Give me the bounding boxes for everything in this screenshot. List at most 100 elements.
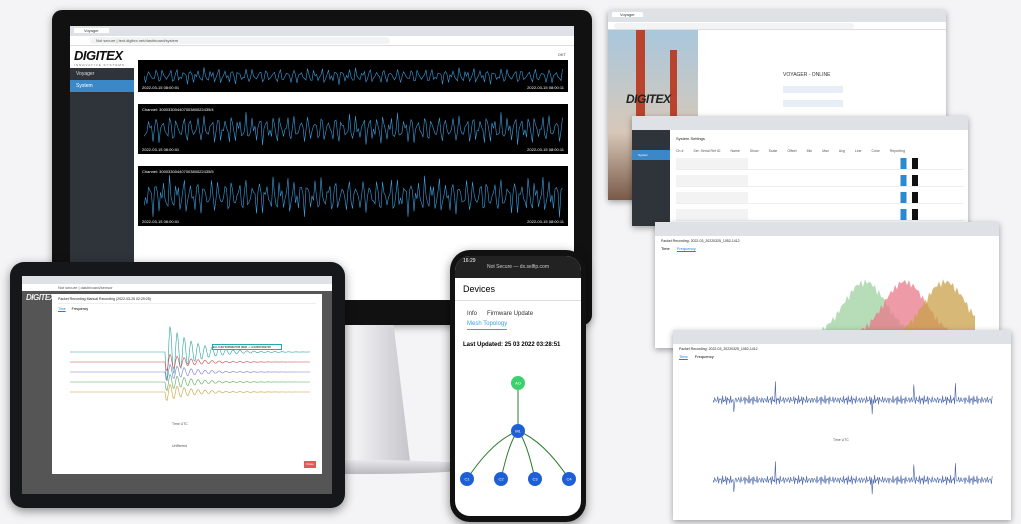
tablet-chart-series [70,326,310,402]
password-field[interactable] [783,100,843,107]
waveform [144,67,563,85]
start-time: 2022-03-15 08:00:01 [142,85,180,90]
address-bar[interactable]: Not secure | test.digitex.net/dashboard/… [70,36,574,46]
username-field[interactable] [783,86,843,93]
time-series-line [713,461,993,495]
tab-time[interactable]: Time [661,246,670,251]
settings-column: Color [871,149,880,153]
mesh-node-label: M1 [515,429,521,434]
mesh-link [517,430,570,480]
settings-header-row: Ch # Ser. Serial Ref ID Name Show Scale Offse… [676,149,964,153]
mesh-node-label: C1 [464,477,470,482]
address-bar[interactable] [608,22,946,30]
tab-time[interactable]: Time [58,307,66,311]
browser-tabbar [655,222,999,236]
tab-frequency[interactable]: Frequency [695,354,714,359]
sidebar-item-system[interactable]: System [632,150,670,160]
browser-tab[interactable]: Voyager [74,28,109,33]
tab-mesh-topology[interactable]: Mesh Topology [467,321,508,330]
chart-window-2-tabs: Time Frequency [679,354,1005,359]
channel-panel: Channel: 30003300440700380022435/5 2022-0… [138,166,568,226]
chart-window-2-title: Packet Recording: 2022-03_20220325_1052-… [679,347,758,351]
sidebar-item-system[interactable]: System [70,80,134,92]
modal-tabs: Time Frequency [58,307,316,311]
chart-2-svg [713,381,993,495]
browser-tab[interactable]: Voyager [612,12,643,17]
recording-modal: Packet Recording Manual Recording (2022-… [52,294,322,474]
signal-line [70,363,310,382]
phone-url[interactable]: Not Secure — dx.selfip.com [463,264,573,270]
settings-panel: System Settings Ch # Ser. Serial Ref ID Na… [672,132,968,226]
signal-line [70,383,310,402]
phone-tabs: Info Firmware Update Mesh Topology [455,301,581,330]
login-logo: DIGITEX [626,92,671,106]
settings-window: System System Settings Ch # Ser. Serial R… [632,116,968,226]
sidebar-item-voyager[interactable]: Voyager [70,68,134,80]
settings-column: Ser. Serial Ref ID [693,149,721,153]
chart-tooltip: EU-7x60 5005003705 0000 -> 0.00657093728 [212,344,282,350]
settings-row[interactable] [676,209,964,221]
settings-column: Max [822,149,829,153]
logo-subtitle: INNOVATIVE SYSTEMS [74,63,125,67]
signal-line [70,353,310,372]
close-button[interactable]: Close [304,461,316,468]
end-time: 2022-03-15 08:00:11 [527,219,564,224]
browser-tabbar: Voyager [70,26,574,36]
tablet-chart [70,326,310,402]
phone-screen: 16:29 Not Secure — dx.selfip.com Devices… [455,256,581,516]
last-updated: Last Updated: 25 03 2022 03:28:51 [463,342,561,348]
settings-row[interactable] [676,175,964,187]
settings-column: Reporting [889,149,906,153]
mesh-node-label: C3 [532,477,538,482]
settings-row[interactable] [676,158,964,170]
login-title: VOYAGER - ONLINE [783,72,831,78]
mesh-node-label: C4 [566,477,572,482]
tablet-legend: Unfiltered [172,444,187,448]
channel-panel: 2022-03-15 08:00:01 2022-03-15 08:00:11 [138,60,568,92]
waveform-line [144,67,563,85]
tab-time[interactable]: Time [679,354,688,359]
tab-frequency[interactable]: Frequency [677,246,696,251]
time-series-line [713,381,993,415]
signal-line [70,326,310,381]
url-text[interactable]: Not secure | test.digitex.net/dashboard/… [90,37,390,44]
tablet-logo: DIGITEX [26,293,55,302]
chart-2-xlabel: Time UTC [833,438,849,442]
devices-title: Devices [455,278,581,301]
tablet-screen: Not secure | dashboard/sensor DIGITEX Pa… [22,276,332,494]
settings-rows [672,158,968,221]
tablet-xlabel: Time UTC [172,422,188,426]
settings-column: Avg [838,149,845,153]
chart-2-series-a [713,381,993,415]
modal-title: Packet Recording Manual Recording (2022-… [58,297,316,304]
user-menu[interactable]: OKT [558,52,566,57]
settings-row[interactable] [676,192,964,204]
chart-window-2: Packet Recording: 2022-03_20220325_1052-… [673,330,1011,520]
tab-firmware-update[interactable]: Firmware Update [487,311,533,317]
browser-tabbar: Voyager [608,10,946,22]
tab-frequency[interactable]: Frequency [72,307,89,311]
browser-tabbar [632,116,968,130]
waveform-line [144,175,563,218]
channel-panel: Channel: 30003300440700380022435/4 2022-0… [138,104,568,154]
browser-tabbar [22,276,332,284]
channel-list: 2022-03-15 08:00:01 2022-03-15 08:00:11 Ch… [138,60,568,238]
settings-column: Scale [768,149,778,153]
waveform [144,112,563,146]
tab-info[interactable]: Info [467,311,477,317]
start-time: 2022-03-15 08:00:01 [142,219,180,224]
signal-line [70,373,310,392]
logo-text: DIGITEX [74,48,123,63]
mesh-link [466,430,519,480]
settings-column: Name [730,149,740,153]
start-time: 2022-03-15 08:00:01 [142,147,180,152]
chart-window-1-title: Packet Recording: 2022-03_20220325_1052-… [661,239,740,243]
mesh-node-label: C2 [498,477,504,482]
address-bar[interactable]: Not secure | dashboard/sensor [22,284,332,291]
chart-window-1-tabs: Time Frequency [661,246,993,251]
settings-column: Offset [787,149,797,153]
url-text[interactable]: Not secure | dashboard/sensor [52,285,172,290]
app-logo: DIGITEX INNOVATIVE SYSTEMS [74,48,125,67]
waveform [144,175,563,218]
phone-status-bar: 16:29 Not Secure — dx.selfip.com [455,256,581,278]
